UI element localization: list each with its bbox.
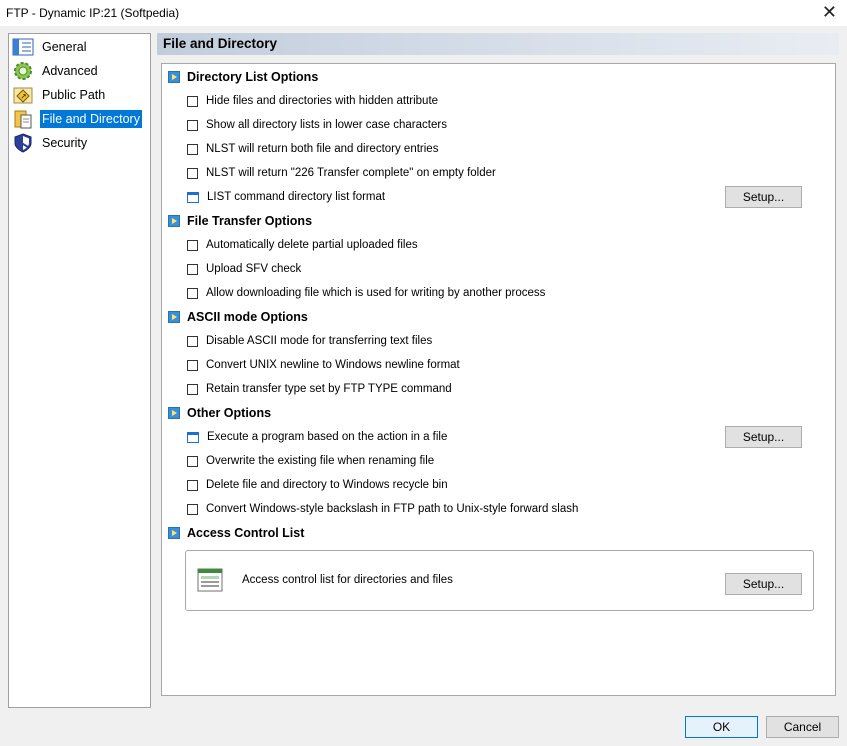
- option-nlst-both[interactable]: NLST will return both file and directory…: [187, 141, 438, 157]
- section-title: Access Control List: [187, 526, 305, 540]
- option-lower-case[interactable]: Show all directory lists in lower case c…: [187, 117, 447, 133]
- section-title: File Transfer Options: [187, 214, 313, 228]
- checkbox[interactable]: [187, 503, 198, 515]
- checkbox[interactable]: [187, 263, 198, 275]
- nav-item-advanced[interactable]: Advanced: [12, 60, 100, 82]
- checkbox[interactable]: [187, 167, 198, 179]
- section-other: Other Options: [168, 404, 271, 422]
- window-title: FTP - Dynamic IP:21 (Softpedia): [6, 6, 180, 20]
- list-format-setup-button[interactable]: Setup...: [725, 186, 802, 208]
- section-title: Other Options: [187, 406, 272, 420]
- section-arrow-icon: [168, 215, 180, 227]
- option-allow-downloading[interactable]: Allow downloading file which is used for…: [187, 285, 545, 301]
- option-disable-ascii[interactable]: Disable ASCII mode for transferring text…: [187, 333, 432, 349]
- acl-setup-button[interactable]: Setup...: [725, 573, 802, 595]
- option-label: NLST will return "226 Transfer complete"…: [206, 167, 496, 179]
- option-label: Upload SFV check: [206, 263, 302, 275]
- checkbox[interactable]: [187, 119, 198, 131]
- section-arrow-icon: [168, 527, 180, 539]
- option-overwrite-rename[interactable]: Overwrite the existing file when renamin…: [187, 453, 434, 469]
- ok-button[interactable]: OK: [685, 716, 758, 738]
- nav-label-file-and-directory: File and Directory: [40, 110, 142, 128]
- option-convert-backslash[interactable]: Convert Windows-style backslash in FTP p…: [187, 501, 578, 517]
- option-label: Automatically delete partial uploaded fi…: [206, 239, 418, 251]
- close-icon[interactable]: ✕: [822, 2, 837, 22]
- checkbox[interactable]: [187, 335, 198, 347]
- option-label: Show all directory lists in lower case c…: [206, 119, 447, 131]
- section-file-transfer: File Transfer Options: [168, 212, 312, 230]
- section-title: Directory List Options: [187, 70, 319, 84]
- section-arrow-icon: [168, 407, 180, 419]
- checkbox[interactable]: [187, 239, 198, 251]
- option-recycle-bin[interactable]: Delete file and directory to Windows rec…: [187, 477, 448, 493]
- option-label: Delete file and directory to Windows rec…: [206, 479, 448, 491]
- option-label: Allow downloading file which is used for…: [206, 287, 546, 299]
- nav-item-file-and-directory[interactable]: File and Directory: [12, 108, 142, 130]
- page-title: File and Directory: [163, 36, 278, 51]
- nav-label-advanced: Advanced: [42, 64, 98, 78]
- title-bar: FTP - Dynamic IP:21 (Softpedia) ✕: [0, 0, 847, 26]
- file-directory-icon: [12, 109, 34, 129]
- option-label: Convert Windows-style backslash in FTP p…: [206, 503, 579, 515]
- option-sfv-check[interactable]: Upload SFV check: [187, 261, 301, 277]
- checkbox[interactable]: [187, 383, 198, 395]
- option-label: Hide files and directories with hidden a…: [206, 95, 439, 107]
- option-execute-program[interactable]: Execute a program based on the action in…: [187, 429, 447, 445]
- section-title: ASCII mode Options: [187, 310, 308, 324]
- option-nlst-226[interactable]: NLST will return "226 Transfer complete"…: [187, 165, 496, 181]
- checkbox[interactable]: [187, 143, 198, 155]
- window-icon: [187, 191, 199, 203]
- nav-item-general[interactable]: General: [12, 36, 88, 58]
- cancel-button[interactable]: Cancel: [766, 716, 839, 738]
- acl-description: Access control list for directories and …: [242, 574, 453, 586]
- nav-label-security: Security: [42, 136, 88, 150]
- access-list-icon: [197, 568, 223, 592]
- svg-text:↗: ↗: [21, 93, 27, 101]
- window-icon: [187, 431, 199, 443]
- checkbox[interactable]: [187, 95, 198, 107]
- section-arrow-icon: [168, 71, 180, 83]
- option-label: Convert UNIX newline to Windows newline …: [206, 359, 460, 371]
- section-directory-list: Directory List Options: [168, 68, 318, 86]
- option-label: Disable ASCII mode for transferring text…: [206, 335, 433, 347]
- option-retain-type[interactable]: Retain transfer type set by FTP TYPE com…: [187, 381, 452, 397]
- execute-program-setup-button[interactable]: Setup...: [725, 426, 802, 448]
- page-header: File and Directory: [157, 33, 839, 55]
- section-arrow-icon: [168, 311, 180, 323]
- option-label: Execute a program based on the action in…: [207, 431, 448, 443]
- option-label: LIST command directory list format: [207, 191, 386, 203]
- gear-icon: [12, 61, 34, 81]
- checkbox[interactable]: [187, 359, 198, 371]
- nav-label-general: General: [42, 40, 87, 54]
- checkbox[interactable]: [187, 287, 198, 299]
- checkbox[interactable]: [187, 479, 198, 491]
- option-delete-partial[interactable]: Automatically delete partial uploaded fi…: [187, 237, 418, 253]
- shield-icon: [12, 133, 34, 153]
- option-label: Overwrite the existing file when renamin…: [206, 455, 435, 467]
- option-label: NLST will return both file and directory…: [206, 143, 439, 155]
- nav-item-public-path[interactable]: ↗ Public Path: [12, 84, 107, 106]
- general-icon: [12, 37, 34, 57]
- option-list-format[interactable]: LIST command directory list format: [187, 189, 385, 205]
- option-label: Retain transfer type set by FTP TYPE com…: [206, 383, 452, 395]
- nav-label-public-path: Public Path: [42, 88, 106, 102]
- checkbox[interactable]: [187, 455, 198, 467]
- section-ascii-mode: ASCII mode Options: [168, 308, 308, 326]
- public-path-icon: ↗: [12, 85, 34, 105]
- section-access-control: Access Control List: [168, 524, 304, 542]
- option-convert-newline[interactable]: Convert UNIX newline to Windows newline …: [187, 357, 460, 373]
- option-hide-hidden[interactable]: Hide files and directories with hidden a…: [187, 93, 438, 109]
- nav-item-security[interactable]: Security: [12, 132, 89, 154]
